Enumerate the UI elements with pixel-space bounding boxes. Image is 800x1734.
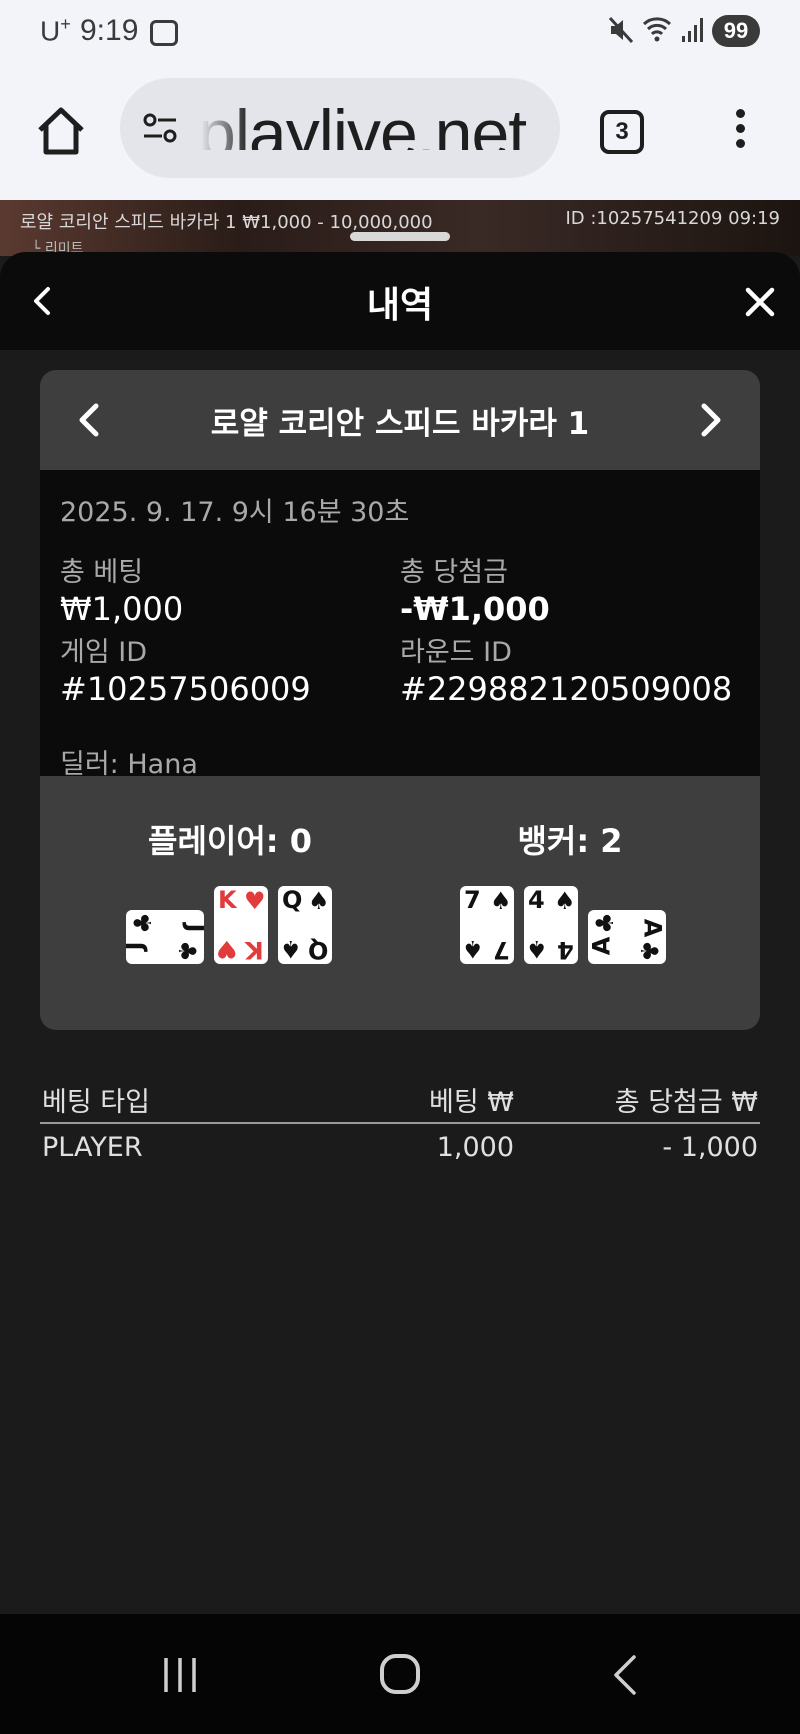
carrier-label: U+ xyxy=(40,14,71,47)
back-nav-icon[interactable] xyxy=(610,1654,640,1696)
card-suit-icon: ♠ xyxy=(554,887,576,915)
card-suit-icon: ♠ xyxy=(462,935,484,963)
system-nav-bar xyxy=(0,1614,800,1734)
table-row: PLAYER 1,000 - 1,000 xyxy=(40,1124,760,1174)
game-id-label: 게임 ID xyxy=(60,637,148,668)
card-suit-icon: ♣ xyxy=(128,912,157,934)
sheet-drag-handle[interactable] xyxy=(350,232,450,241)
card-rank: J xyxy=(126,942,148,951)
round-id-time: ID :10257541209 09:19 xyxy=(565,208,780,229)
card-rank: A xyxy=(638,918,666,938)
round-id-label: 라운드 ID xyxy=(400,637,512,668)
card-rank: K xyxy=(245,936,264,964)
history-modal: 내역 로얄 코리안 스피드 바카라 1 2025. 9. 17. 9시 16분 … xyxy=(0,252,800,1614)
col-bet-type: 베팅 타입 xyxy=(42,1087,150,1118)
more-menu-icon[interactable] xyxy=(730,106,750,156)
banker-card-1: 7 ♠ 7 ♠ xyxy=(460,886,514,964)
player-card-2: K ♥ K ♥ xyxy=(214,886,268,964)
home-nav-icon[interactable] xyxy=(380,1654,420,1694)
signal-icon xyxy=(682,18,703,42)
game-info-bar: 로얄 코리안 스피드 바카라 1 ₩1,000 - 10,000,000 ID … xyxy=(0,200,800,256)
modal-header: 내역 xyxy=(0,252,800,350)
card-suit-icon: ♠ xyxy=(308,887,330,915)
address-bar[interactable]: playlive.net xyxy=(120,78,560,178)
card-suit-icon: ♥ xyxy=(244,887,266,915)
status-bar: U+ 9:19 99 xyxy=(0,0,800,66)
wifi-icon xyxy=(642,17,672,42)
modal-title: 내역 xyxy=(366,285,434,326)
card-suit-icon: ♣ xyxy=(590,912,619,934)
mute-icon xyxy=(608,16,634,44)
card-rank: 7 xyxy=(464,886,481,914)
total-bet-label: 총 베팅 xyxy=(60,557,144,588)
round-date: 2025. 9. 17. 9시 16분 30초 xyxy=(60,497,410,528)
game-nav-header: 로얄 코리안 스피드 바카라 1 xyxy=(40,370,760,470)
browser-toolbar: playlive.net 3 xyxy=(0,66,800,200)
col-bet-amount: 베팅 ₩ xyxy=(429,1087,514,1118)
game-id-value: #10257506009 xyxy=(60,670,311,708)
next-round-icon[interactable] xyxy=(696,402,726,438)
card-rank: 7 xyxy=(493,936,510,964)
card-rank: A xyxy=(588,936,616,956)
banker-card-2: 4 ♠ 4 ♠ xyxy=(524,886,578,964)
round-detail-card: 로얄 코리안 스피드 바카라 1 2025. 9. 17. 9시 16분 30초… xyxy=(40,370,760,1030)
card-rank: J xyxy=(182,924,204,933)
card-rank: 4 xyxy=(528,886,545,914)
bet-amount-cell: 1,000 xyxy=(436,1132,514,1163)
site-settings-icon[interactable] xyxy=(140,108,180,148)
total-bet-value: ₩1,000 xyxy=(60,590,184,628)
card-suit-icon: ♣ xyxy=(635,940,664,962)
hands-panel: 플레이어: 0 뱅커: 2 J♣J♣K♥K♥Q♠Q♠ 7♠7♠4♠4♠A♣A♣ xyxy=(40,776,760,1030)
card-rank: 4 xyxy=(557,936,574,964)
card-suit-icon: ♥ xyxy=(216,935,238,963)
battery-indicator: 99 xyxy=(712,15,760,47)
round-id-value: #229882120509008 xyxy=(400,670,733,708)
screenshot-icon xyxy=(150,20,178,46)
total-win-value: -₩1,000 xyxy=(400,590,550,628)
home-icon[interactable] xyxy=(34,104,88,158)
card-suit-icon: ♠ xyxy=(490,887,512,915)
bets-table: 베팅 타입 베팅 ₩ 총 당첨금 ₩ PLAYER 1,000 - 1,000 xyxy=(40,1072,760,1174)
bet-type-cell: PLAYER xyxy=(42,1132,143,1163)
player-score: 플레이어: 0 xyxy=(148,822,312,860)
total-win-label: 총 당첨금 xyxy=(400,557,508,588)
banker-score: 뱅커: 2 xyxy=(517,822,623,860)
round-info: 2025. 9. 17. 9시 16분 30초 총 베팅 ₩1,000 총 당첨… xyxy=(40,470,760,780)
close-icon[interactable] xyxy=(744,286,776,318)
game-name: 로얄 코리안 스피드 바카라 1 xyxy=(210,406,590,442)
table-limit-title: 로얄 코리안 스피드 바카라 1 ₩1,000 - 10,000,000 xyxy=(20,212,433,233)
total-win-cell: - 1,000 xyxy=(662,1132,758,1163)
col-total-win: 총 당첨금 ₩ xyxy=(614,1087,758,1118)
player-card-1: J ♣ J ♣ xyxy=(126,910,204,964)
card-rank: Q xyxy=(307,936,328,964)
player-card-3: Q ♠ Q ♠ xyxy=(278,886,332,964)
card-suit-icon: ♠ xyxy=(526,935,548,963)
card-suit-icon: ♠ xyxy=(280,935,302,963)
card-rank: Q xyxy=(282,886,303,914)
banker-card-3: A ♣ A ♣ xyxy=(588,910,666,964)
tabs-button[interactable]: 3 xyxy=(600,110,644,154)
card-rank: K xyxy=(218,886,237,914)
bets-table-header: 베팅 타입 베팅 ₩ 총 당첨금 ₩ xyxy=(40,1072,760,1124)
card-suit-icon: ♣ xyxy=(173,940,202,962)
clock: 9:19 xyxy=(80,14,139,47)
recent-apps-icon[interactable] xyxy=(160,1656,200,1694)
